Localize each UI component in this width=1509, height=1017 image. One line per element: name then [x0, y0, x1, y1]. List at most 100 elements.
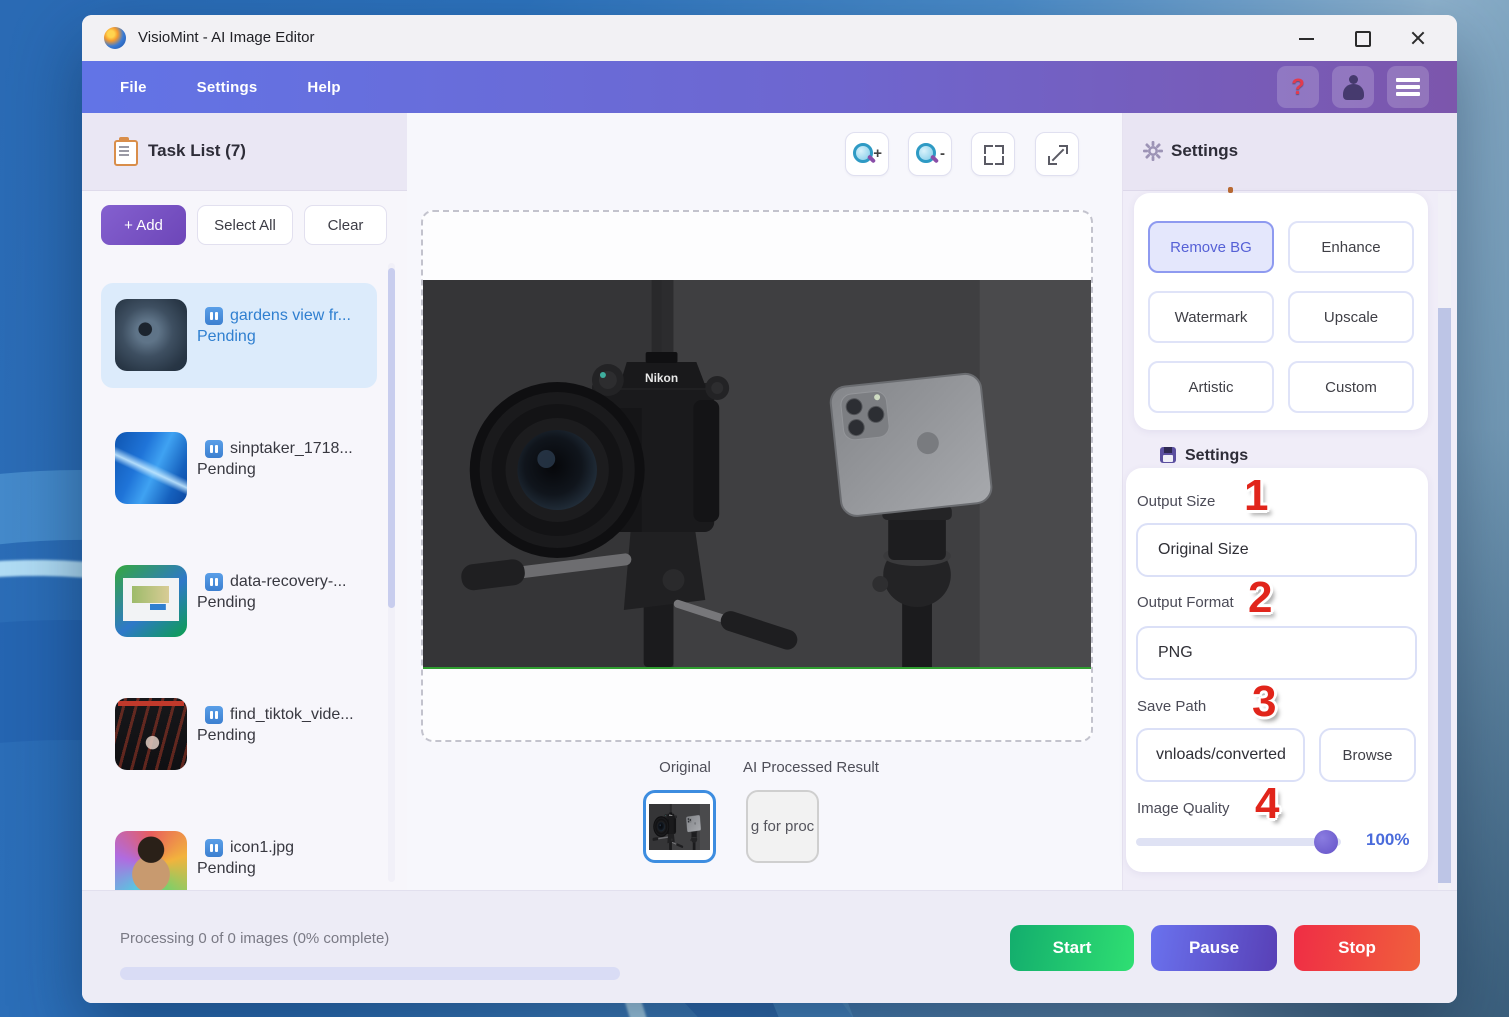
output-settings-card: Output Size 1 Original Size Output Forma…: [1126, 468, 1428, 872]
stop-button[interactable]: Stop: [1294, 925, 1420, 971]
image-quality-slider[interactable]: [1136, 838, 1341, 846]
task-sidebar: Task List (7) + Add Select All Clear gar…: [82, 113, 408, 890]
progress-text: Processing 0 of 0 images (0% complete): [120, 930, 389, 947]
slider-thumb[interactable]: [1314, 830, 1338, 854]
maximize-icon: [1355, 31, 1371, 47]
settings-header: Settings: [1123, 113, 1457, 191]
task-item[interactable]: sinptaker_1718... Pending: [101, 416, 377, 521]
start-button[interactable]: Start: [1010, 925, 1134, 971]
task-thumbnail: [115, 565, 187, 637]
scrollbar-thumb[interactable]: [1438, 308, 1451, 883]
account-button[interactable]: [1332, 66, 1374, 108]
progress-bar: [120, 967, 620, 980]
pause-button[interactable]: Pause: [1151, 925, 1277, 971]
window-title: VisioMint - AI Image Editor: [138, 29, 314, 46]
original-label: Original: [654, 759, 716, 776]
close-button[interactable]: [1391, 15, 1447, 61]
task-thumbnail: [115, 432, 187, 504]
add-task-button[interactable]: + Add: [101, 205, 186, 245]
question-mark-icon: ?: [1277, 66, 1319, 108]
select-all-button[interactable]: Select All: [197, 205, 293, 245]
task-status: Pending: [197, 461, 369, 479]
task-item[interactable]: find_tiktok_vide... Pending: [101, 682, 377, 787]
desktop-background: VisioMint - AI Image Editor File Setting…: [0, 0, 1509, 1017]
zoom-in-button[interactable]: +: [845, 132, 889, 176]
settings-scrollbar[interactable]: [1438, 193, 1451, 890]
task-status: Pending: [197, 727, 369, 745]
window-controls: [1279, 15, 1447, 61]
save-icon: [1160, 447, 1176, 463]
preview-panel: + - Original AI Process: [407, 113, 1122, 890]
task-status: Pending: [197, 860, 369, 878]
zoom-out-button[interactable]: -: [908, 132, 952, 176]
annotation-2: 2: [1248, 576, 1271, 620]
task-status: Pending: [197, 594, 369, 612]
browse-button[interactable]: Browse: [1319, 728, 1416, 782]
tasklist-actions: + Add Select All Clear: [82, 205, 407, 245]
pause-status-icon: [205, 307, 223, 325]
pause-status-icon: [205, 839, 223, 857]
maximize-button[interactable]: [1335, 15, 1391, 61]
save-path-label: Save Path: [1137, 698, 1206, 715]
operation-artistic[interactable]: Artistic: [1148, 361, 1274, 413]
task-name: icon1.jpg: [230, 839, 294, 857]
operation-enhance[interactable]: Enhance: [1288, 221, 1414, 273]
scrollbar-thumb[interactable]: [388, 268, 395, 608]
status-bar: Processing 0 of 0 images (0% complete) S…: [82, 890, 1457, 1003]
fullscreen-button[interactable]: [1035, 132, 1079, 176]
task-name: data-recovery-...: [230, 573, 346, 591]
tasklist-title: Task List (7): [148, 141, 246, 161]
operation-remove-bg[interactable]: Remove BG: [1148, 221, 1274, 273]
settings-section-title: Settings: [1185, 447, 1248, 465]
minimize-button[interactable]: [1279, 15, 1335, 61]
task-list: gardens view fr... Pending sinptaker_171…: [82, 263, 407, 890]
fit-view-button[interactable]: [971, 132, 1015, 176]
operation-upscale[interactable]: Upscale: [1288, 291, 1414, 343]
save-path-input[interactable]: vnloads/converted: [1136, 728, 1305, 782]
main-content: Task List (7) + Add Select All Clear gar…: [82, 113, 1457, 890]
fit-frame-icon: [984, 145, 1004, 165]
task-item[interactable]: icon1.jpg Pending: [101, 815, 377, 890]
pause-status-icon: [205, 440, 223, 458]
pause-status-icon: [205, 573, 223, 591]
task-name: sinptaker_1718...: [230, 440, 353, 458]
app-icon: [104, 27, 126, 49]
menu-settings[interactable]: Settings: [197, 79, 258, 96]
titlebar: VisioMint - AI Image Editor: [82, 15, 1457, 61]
minimize-icon: [1299, 38, 1314, 40]
clear-tasks-button[interactable]: Clear: [304, 205, 387, 245]
app-window: VisioMint - AI Image Editor File Setting…: [82, 15, 1457, 1003]
original-thumbnail[interactable]: [643, 790, 716, 863]
operation-custom[interactable]: Custom: [1288, 361, 1414, 413]
hamburger-icon: [1396, 78, 1420, 96]
task-thumbnail: [115, 698, 187, 770]
image-quality-label: Image Quality: [1137, 800, 1230, 817]
menubar: File Settings Help ?: [82, 61, 1457, 113]
result-placeholder[interactable]: g for proc: [746, 790, 819, 863]
operation-watermark[interactable]: Watermark: [1148, 291, 1274, 343]
diagonal-arrow-icon: [1047, 144, 1069, 166]
task-name: find_tiktok_vide...: [230, 706, 354, 724]
task-status: Pending: [197, 328, 369, 346]
annotation-1: 1: [1244, 474, 1267, 518]
menu-file[interactable]: File: [120, 79, 147, 96]
settings-panel-title: Settings: [1171, 141, 1238, 161]
tasklist-scrollbar[interactable]: [388, 263, 395, 882]
help-button[interactable]: ?: [1277, 66, 1319, 108]
output-format-select[interactable]: PNG: [1136, 626, 1417, 680]
task-item-selected[interactable]: gardens view fr... Pending: [101, 283, 377, 388]
preview-image: [423, 280, 1091, 669]
gear-icon: [1143, 141, 1163, 161]
output-size-label: Output Size: [1137, 493, 1215, 510]
image-preview-area[interactable]: [421, 210, 1093, 742]
main-menu-button[interactable]: [1387, 66, 1429, 108]
clipboard-icon: [114, 140, 138, 166]
user-icon: [1345, 75, 1361, 91]
output-format-label: Output Format: [1137, 594, 1234, 611]
menu-help[interactable]: Help: [307, 79, 340, 96]
task-item[interactable]: data-recovery-... Pending: [101, 549, 377, 654]
annotation-4: 4: [1255, 782, 1278, 826]
minus-sign: -: [940, 145, 945, 162]
output-size-select[interactable]: Original Size: [1136, 523, 1417, 577]
close-icon: [1410, 30, 1426, 46]
